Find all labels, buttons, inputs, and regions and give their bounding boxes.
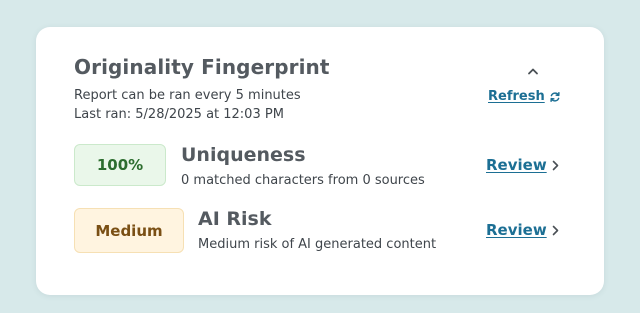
ai-risk-description: Medium risk of AI generated content <box>198 237 437 252</box>
uniqueness-review-link[interactable]: Review <box>486 156 559 174</box>
collapse-button[interactable] <box>524 60 542 78</box>
chevron-up-icon <box>527 60 539 79</box>
originality-fingerprint-card: Originality Fingerprint Report can be ra… <box>36 27 604 295</box>
uniqueness-description: 0 matched characters from 0 sources <box>181 173 425 188</box>
ai-risk-review-link[interactable]: Review <box>486 221 559 239</box>
ai-risk-level-badge: Medium <box>74 208 184 253</box>
card-title: Originality Fingerprint <box>74 55 330 79</box>
ai-risk-title: AI Risk <box>198 208 272 230</box>
refresh-label: Refresh <box>488 89 545 104</box>
chevron-right-icon <box>552 160 559 171</box>
schedule-note: Report can be ran every 5 minutes <box>74 88 301 103</box>
refresh-icon <box>549 91 561 103</box>
chevron-right-icon <box>552 225 559 236</box>
last-ran-timestamp: Last ran: 5/28/2025 at 12:03 PM <box>74 107 284 122</box>
review-label: Review <box>486 221 547 239</box>
uniqueness-score-badge: 100% <box>74 144 166 186</box>
review-label: Review <box>486 156 547 174</box>
uniqueness-title: Uniqueness <box>181 144 306 166</box>
refresh-link[interactable]: Refresh <box>488 89 561 104</box>
